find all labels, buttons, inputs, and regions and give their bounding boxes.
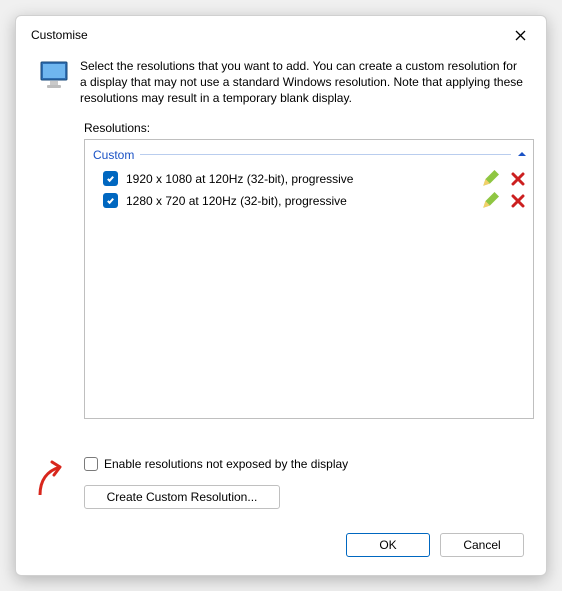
resolution-row[interactable]: 1920 x 1080 at 120Hz (32-bit), progressi…: [91, 168, 527, 190]
customise-dialog: Customise Select the resolutions that yo…: [15, 15, 547, 576]
resolution-row[interactable]: 1280 x 720 at 120Hz (32-bit), progressiv…: [91, 190, 527, 212]
create-custom-resolution-button[interactable]: Create Custom Resolution...: [84, 485, 280, 509]
caret-up-icon: [517, 148, 527, 162]
delete-icon: [511, 194, 525, 208]
window-title: Customise: [31, 28, 88, 42]
checkbox-checked-icon[interactable]: [103, 193, 118, 208]
delete-button[interactable]: [509, 170, 527, 188]
expose-checkbox-label: Enable resolutions not exposed by the di…: [104, 457, 348, 471]
resolution-label: 1920 x 1080 at 120Hz (32-bit), progressi…: [126, 172, 353, 186]
edit-button[interactable]: [481, 192, 499, 210]
group-divider: [140, 154, 511, 155]
description-text: Select the resolutions that you want to …: [80, 58, 524, 107]
resolutions-label: Resolutions:: [84, 121, 524, 135]
ok-button[interactable]: OK: [346, 533, 430, 557]
resolution-label: 1280 x 720 at 120Hz (32-bit), progressiv…: [126, 194, 347, 208]
titlebar: Customise: [16, 16, 546, 54]
delete-button[interactable]: [509, 192, 527, 210]
cancel-button[interactable]: Cancel: [440, 533, 524, 557]
edit-button[interactable]: [481, 170, 499, 188]
close-button[interactable]: [506, 21, 534, 49]
group-name: Custom: [93, 148, 134, 162]
monitor-icon: [38, 59, 70, 91]
pencil-icon: [481, 192, 499, 210]
group-header-custom[interactable]: Custom: [93, 148, 527, 162]
delete-icon: [511, 172, 525, 186]
resolutions-list[interactable]: Custom 1920 x 1080 at 120Hz (32-bit), pr…: [84, 139, 534, 419]
checkbox-checked-icon[interactable]: [103, 171, 118, 186]
checkbox-unchecked-icon[interactable]: [84, 457, 98, 471]
expose-checkbox[interactable]: Enable resolutions not exposed by the di…: [84, 457, 524, 471]
pencil-icon: [481, 170, 499, 188]
close-icon: [515, 30, 526, 41]
